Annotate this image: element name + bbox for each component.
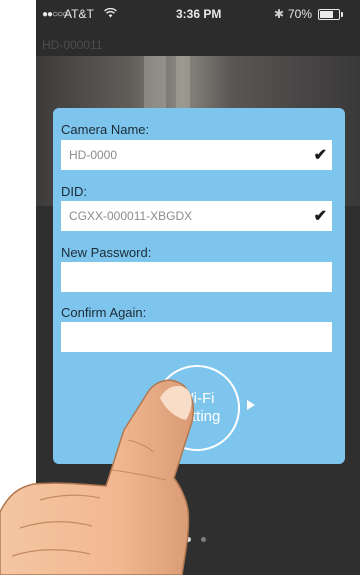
camera-name-field-wrap: ✔	[61, 140, 332, 170]
confirm-password-input[interactable]	[61, 322, 332, 352]
camera-settings-dialog: Camera Name: ✔ DID: ✔ New Password: Conf…	[53, 108, 345, 464]
camera-name-label: Camera Name:	[61, 122, 150, 137]
wifi-setting-line1: Wi-Fi	[179, 390, 215, 407]
did-label: DID:	[61, 184, 87, 199]
new-password-label: New Password:	[61, 245, 152, 260]
wifi-setting-line2: Setting	[173, 408, 221, 425]
did-input[interactable]	[61, 201, 332, 231]
battery-percentage: 70%	[288, 7, 313, 21]
status-bar: ●●○○○ AT&T 3:36 PM ✱ 70%	[36, 0, 360, 28]
page-dot-1[interactable]	[186, 537, 191, 542]
nav-title: HD-000011	[42, 38, 103, 52]
battery-icon	[318, 9, 343, 20]
wifi-icon	[104, 7, 117, 21]
carrier-name: AT&T	[64, 7, 94, 21]
page-indicator	[186, 537, 206, 542]
bluetooth-icon: ✱	[274, 7, 285, 21]
checkmark-icon: ✔	[313, 208, 327, 225]
checkmark-icon: ✔	[313, 147, 327, 164]
page-dot-2[interactable]	[201, 537, 206, 542]
wifi-setting-button[interactable]: Wi-Fi Setting	[154, 365, 240, 451]
status-time: 3:36 PM	[176, 7, 222, 21]
new-password-input[interactable]	[61, 262, 332, 292]
confirm-password-label: Confirm Again:	[61, 305, 147, 320]
play-arrow-icon	[247, 400, 255, 410]
camera-name-input[interactable]	[61, 140, 332, 170]
did-field-wrap: ✔	[61, 201, 332, 231]
